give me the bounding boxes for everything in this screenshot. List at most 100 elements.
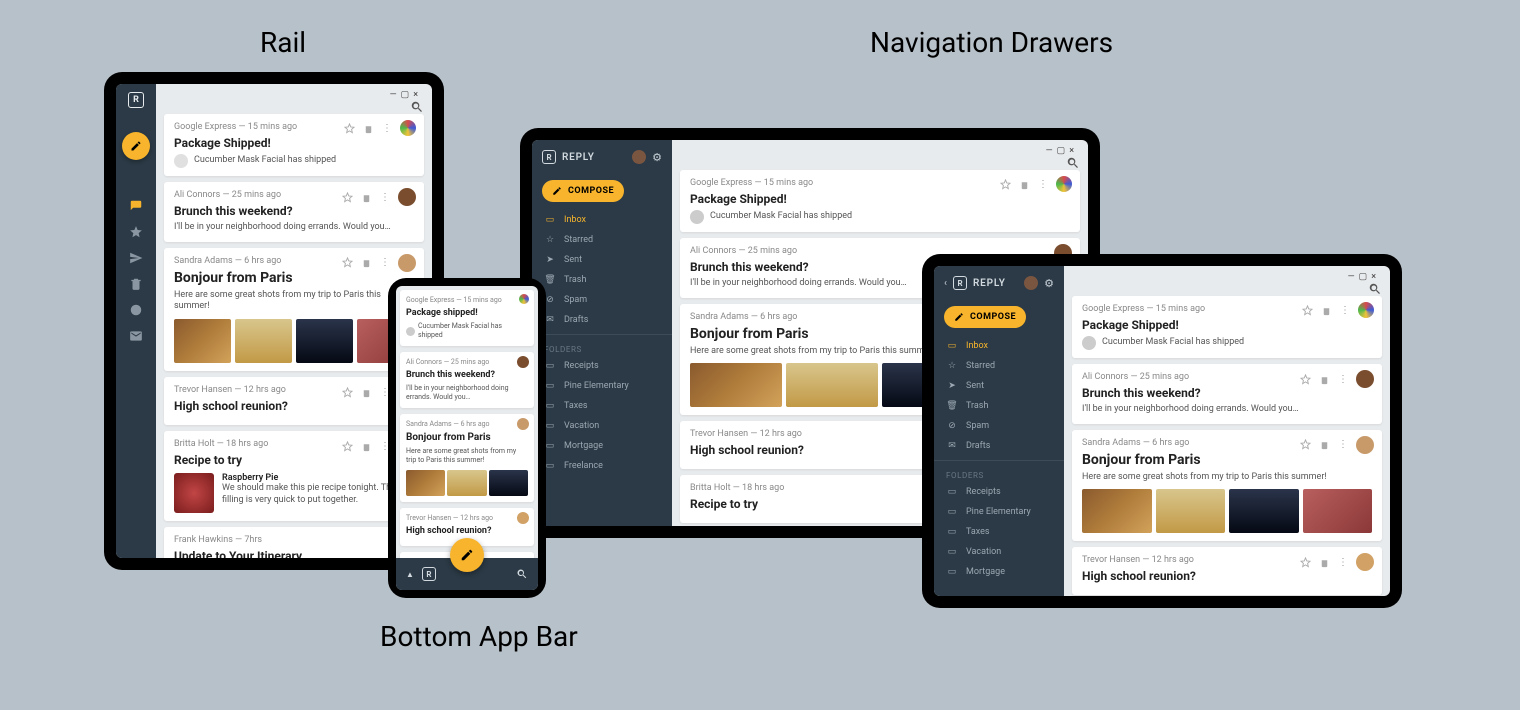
rail-item-spam[interactable]: [128, 302, 144, 318]
more-icon[interactable]: ⋮: [1340, 305, 1350, 316]
app-logo[interactable]: R: [128, 92, 144, 108]
compose-fab[interactable]: [122, 132, 150, 160]
rail-item-drafts[interactable]: [128, 328, 144, 344]
star-outline-icon[interactable]: [342, 441, 353, 452]
nav-folder-item[interactable]: ▭Pine Elementary: [532, 376, 672, 396]
email-card[interactable]: Google Express — 15 mins ago Package Shi…: [680, 170, 1080, 232]
nav-folder-item[interactable]: ▭Receipts: [532, 356, 672, 376]
email-card[interactable]: Google Express — 15 mins ago Package shi…: [400, 290, 534, 346]
minimize-icon[interactable]: —: [1348, 272, 1355, 282]
close-icon[interactable]: ×: [1371, 272, 1376, 282]
email-card[interactable]: Trevor Hansen — 12 hrs ago High school r…: [164, 377, 424, 425]
nav-folder-item[interactable]: ▭Freelance: [532, 456, 672, 476]
image-thumb[interactable]: [174, 319, 231, 363]
delete-icon[interactable]: [363, 123, 374, 134]
rail-item-trash[interactable]: [128, 276, 144, 292]
more-icon[interactable]: ⋮: [1038, 179, 1048, 190]
email-card[interactable]: Sandra Adams — 6 hrs ago Bonjour from Pa…: [400, 414, 534, 501]
maximize-icon[interactable]: ▢: [1359, 272, 1368, 282]
chevron-up-icon[interactable]: ▲: [406, 570, 414, 579]
email-card[interactable]: Google Express — 15 mins ago Package Shi…: [164, 114, 424, 176]
nav-item-spam[interactable]: ⊘Spam: [934, 416, 1064, 436]
compose-button[interactable]: COMPOSE: [542, 180, 624, 202]
minimize-icon[interactable]: —: [1046, 146, 1053, 156]
nav-folder-item[interactable]: ▭Vacation: [934, 542, 1064, 562]
nav-folder-item[interactable]: ▭Taxes: [934, 522, 1064, 542]
nav-folder-item[interactable]: ▭Taxes: [532, 396, 672, 416]
delete-icon[interactable]: [361, 387, 372, 398]
email-card[interactable]: Ali Connors — 25 mins ago Brunch this we…: [1072, 364, 1382, 424]
close-icon[interactable]: ×: [413, 90, 418, 100]
more-icon[interactable]: ⋮: [380, 192, 390, 203]
maximize-icon[interactable]: ▢: [1057, 146, 1066, 156]
more-icon[interactable]: ⋮: [1338, 439, 1348, 450]
delete-icon[interactable]: [1019, 179, 1030, 190]
nav-folder-item[interactable]: ▭Pine Elementary: [934, 502, 1064, 522]
maximize-icon[interactable]: ▢: [401, 90, 410, 100]
compose-button[interactable]: COMPOSE: [944, 306, 1026, 328]
search-icon[interactable]: [1368, 282, 1382, 296]
delete-icon[interactable]: [1319, 439, 1330, 450]
email-card[interactable]: Sandra Adams — 6 hrs ago Bonjour from Pa…: [1072, 430, 1382, 542]
nav-item-sent[interactable]: ➤Sent: [532, 250, 672, 270]
image-thumb[interactable]: [690, 363, 782, 407]
nav-item-drafts[interactable]: ✉Drafts: [532, 310, 672, 330]
chevron-left-icon[interactable]: ‹: [944, 278, 947, 289]
app-logo[interactable]: R: [542, 150, 556, 164]
star-outline-icon[interactable]: [342, 387, 353, 398]
app-logo[interactable]: R: [953, 276, 967, 290]
star-outline-icon[interactable]: [344, 123, 355, 134]
star-outline-icon[interactable]: [1302, 305, 1313, 316]
settings-icon[interactable]: ⚙: [1044, 277, 1054, 290]
more-icon[interactable]: ⋮: [1338, 557, 1348, 568]
nav-folder-item[interactable]: ▭Mortgage: [532, 436, 672, 456]
delete-icon[interactable]: [361, 192, 372, 203]
nav-item-spam[interactable]: ⊘Spam: [532, 290, 672, 310]
delete-icon[interactable]: [1321, 305, 1332, 316]
email-card[interactable]: Trevor Hansen — 12 hrs ago High school r…: [1072, 547, 1382, 595]
nav-folder-item[interactable]: ▭Receipts: [934, 482, 1064, 502]
rail-item-starred[interactable]: [128, 224, 144, 240]
search-button[interactable]: [516, 568, 528, 580]
image-thumb[interactable]: [235, 319, 292, 363]
search-icon[interactable]: [1066, 156, 1080, 170]
email-card[interactable]: Britta Holt — 18 hrs ago Recipe to try R…: [164, 431, 424, 521]
star-outline-icon[interactable]: [342, 257, 353, 268]
more-icon[interactable]: ⋮: [380, 257, 390, 268]
nav-item-trash[interactable]: 🗑Trash: [532, 270, 672, 290]
nav-folder-item[interactable]: ▭Vacation: [532, 416, 672, 436]
minimize-icon[interactable]: —: [390, 90, 397, 100]
more-icon[interactable]: ⋮: [382, 123, 392, 134]
image-thumb[interactable]: [447, 470, 486, 496]
user-avatar[interactable]: [1024, 276, 1038, 290]
image-thumb[interactable]: [1082, 489, 1152, 533]
email-card[interactable]: Ali Connors — 25 mins ago Brunch this we…: [400, 352, 534, 408]
nav-item-inbox[interactable]: ▭Inbox: [532, 210, 672, 230]
nav-item-starred[interactable]: ☆Starred: [532, 230, 672, 250]
email-card[interactable]: Sandra Adams — 6 hrs ago Bonjour from Pa…: [164, 248, 424, 371]
nav-folder-item[interactable]: ▭Mortgage: [934, 562, 1064, 582]
email-card[interactable]: Ali Connors — 25 mins ago Brunch this we…: [164, 182, 424, 242]
image-thumb[interactable]: [1303, 489, 1373, 533]
rail-item-sent[interactable]: [128, 250, 144, 266]
email-card[interactable]: Google Express — 15 mins ago Package Shi…: [1072, 296, 1382, 358]
image-thumb[interactable]: [786, 363, 878, 407]
image-thumb[interactable]: [1229, 489, 1299, 533]
more-icon[interactable]: ⋮: [1338, 374, 1348, 385]
delete-icon[interactable]: [361, 441, 372, 452]
delete-icon[interactable]: [1319, 374, 1330, 385]
nav-item-starred[interactable]: ☆Starred: [934, 356, 1064, 376]
image-thumb[interactable]: [489, 470, 528, 496]
email-card[interactable]: Frank Hawkins — 7hrs Update to Your Itin…: [164, 527, 424, 558]
search-icon[interactable]: [410, 100, 424, 114]
nav-item-sent[interactable]: ➤Sent: [934, 376, 1064, 396]
nav-item-trash[interactable]: 🗑Trash: [934, 396, 1064, 416]
nav-item-inbox[interactable]: ▭Inbox: [934, 336, 1064, 356]
star-outline-icon[interactable]: [1300, 374, 1311, 385]
rail-item-inbox[interactable]: [128, 198, 144, 214]
delete-icon[interactable]: [361, 257, 372, 268]
close-icon[interactable]: ×: [1069, 146, 1074, 156]
user-avatar[interactable]: [632, 150, 646, 164]
image-thumb[interactable]: [296, 319, 353, 363]
star-outline-icon[interactable]: [342, 192, 353, 203]
